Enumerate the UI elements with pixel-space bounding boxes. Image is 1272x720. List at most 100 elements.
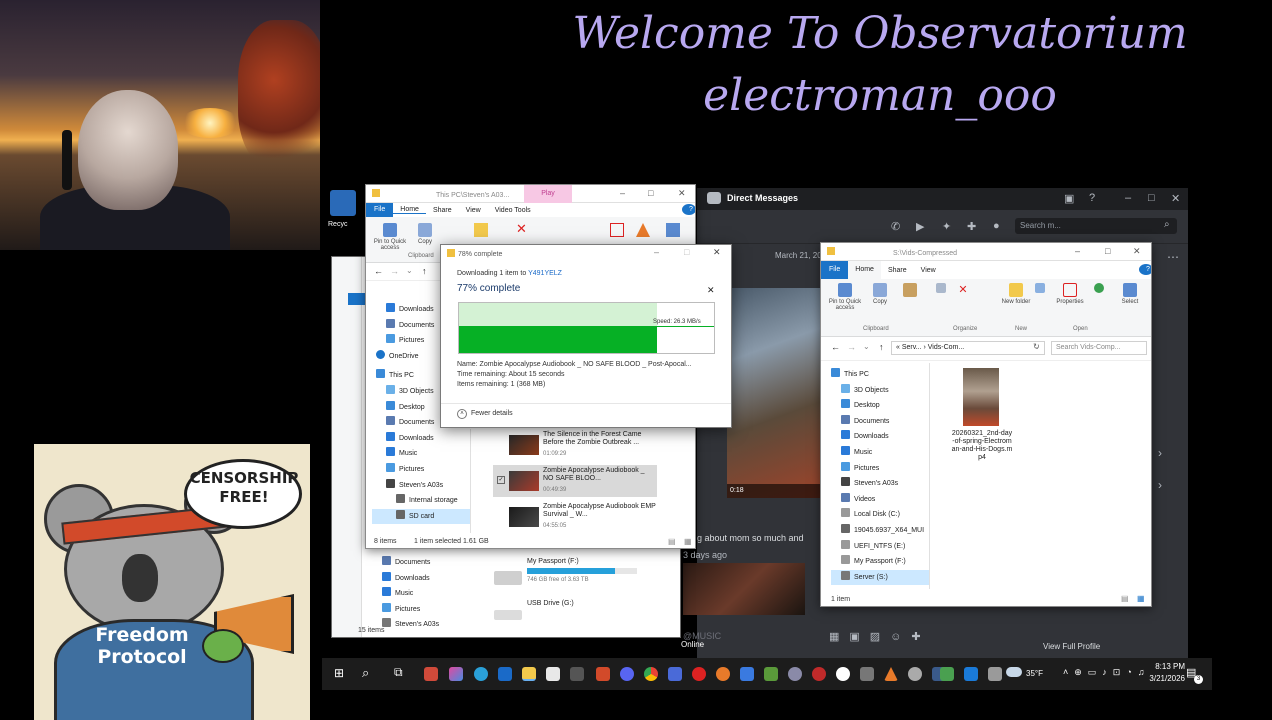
nav-item-sd-card[interactable]: SD card (372, 508, 470, 525)
app-icon-gray-2[interactable] (988, 667, 1002, 681)
weather-temp[interactable]: 35°F (1026, 669, 1043, 678)
large-icons-view-icon[interactable]: ▦ (684, 537, 692, 546)
chevron-down-icon[interactable]: ⌄ (406, 266, 413, 275)
video-attachment[interactable] (727, 288, 827, 498)
nav-item-videos[interactable]: Videos (831, 492, 929, 508)
close-icon[interactable]: ✕ (1133, 246, 1141, 257)
tab-file[interactable]: File (366, 203, 394, 217)
recycle-bin-icon[interactable] (330, 190, 356, 216)
settings-icon[interactable] (908, 667, 922, 681)
maximize-icon[interactable]: □ (1105, 246, 1110, 256)
app-icon-calc[interactable] (546, 667, 560, 681)
opera-icon[interactable] (692, 667, 706, 681)
nav-item-installer[interactable]: 19045.6937_X64_MUI (831, 523, 929, 539)
details-view-icon[interactable]: ▤ (668, 537, 676, 546)
details-view-icon[interactable]: ▤ (1121, 594, 1129, 603)
tab-file[interactable]: File (821, 261, 849, 279)
nav-item-my-passport[interactable]: My Passport (F:) (831, 554, 929, 570)
copy-button[interactable]: Copy (414, 223, 436, 245)
fewer-details-button[interactable]: ˄ Fewer details (457, 409, 513, 419)
nav-item-internal-storage[interactable]: Internal storage (372, 493, 470, 509)
copy-button[interactable]: Copy (869, 283, 891, 305)
search-input[interactable]: Search Vids-Comp... (1051, 341, 1147, 355)
clock-time[interactable]: 8:13 PM (1145, 662, 1185, 671)
file-row[interactable]: Zombie Apocalypse Audiobook EMP Survival… (493, 501, 658, 533)
chevron-down-icon[interactable]: ⌄ (863, 342, 870, 351)
back-nav-item[interactable]: Pictures (382, 602, 439, 618)
back-nav-item[interactable]: Steven's A03s (382, 617, 439, 633)
app-icon-gray[interactable] (860, 667, 874, 681)
move-to-icon[interactable] (474, 223, 488, 237)
file-explorer-icon[interactable] (522, 667, 536, 681)
video-file-thumbnail[interactable] (963, 368, 999, 426)
app-icon-copilot[interactable] (449, 667, 463, 681)
back-icon[interactable]: ← (831, 342, 840, 352)
nav-item-server[interactable]: Server (S:) (831, 569, 929, 586)
cut-icon[interactable] (933, 283, 949, 295)
open-icon[interactable] (1092, 283, 1106, 295)
tab-share[interactable]: Share (426, 207, 459, 214)
app-icon-green-2[interactable] (940, 667, 954, 681)
firefox-icon[interactable] (716, 667, 730, 681)
forward-icon[interactable]: → (390, 266, 399, 276)
composer-icons[interactable]: ▦▣▨☺✚ (829, 630, 931, 643)
view-full-profile-link[interactable]: View Full Profile (1043, 642, 1100, 651)
tab-home[interactable]: Home (848, 261, 881, 279)
app-icon-green[interactable] (764, 667, 778, 681)
clock-date[interactable]: 3/21/2026 (1138, 674, 1185, 683)
nav-item-uefi-ntfs[interactable]: UEFI_NTFS (E:) (831, 539, 929, 555)
tab-view[interactable]: View (459, 207, 488, 214)
nav-item-pictures[interactable]: Pictures (372, 462, 470, 478)
help-icon[interactable]: ? (1139, 264, 1151, 275)
tab-home[interactable]: Home (393, 206, 426, 214)
new-folder-button[interactable]: New folder (1001, 283, 1031, 305)
back-nav-item[interactable]: Music (382, 586, 439, 602)
app-icon-media[interactable] (424, 667, 438, 681)
minimize-icon[interactable]: – (620, 188, 625, 198)
pin-quick-access-button[interactable]: Pin to Quick access (825, 283, 865, 311)
pin-icon[interactable]: ✦ (942, 220, 951, 233)
new-item-icon[interactable] (1033, 283, 1047, 295)
file-row[interactable]: ✓ Zombie Apocalypse Audiobook _ NO SAFE … (493, 465, 657, 497)
app-icon-notes[interactable] (570, 667, 584, 681)
paste-button[interactable] (899, 283, 921, 299)
more-options-icon[interactable]: ⋯ (1167, 250, 1179, 264)
tab-video-tools[interactable]: Video Tools (488, 207, 538, 214)
nav-item-desktop[interactable]: Desktop (831, 398, 929, 414)
checkbox-icon[interactable]: ✓ (497, 476, 505, 484)
address-path[interactable]: « Serv... › Vids-Com... ⌄ (891, 341, 1045, 355)
minimize-icon[interactable]: – (1125, 192, 1131, 204)
forward-icon[interactable]: → (847, 342, 856, 352)
discord-icon[interactable] (620, 667, 634, 681)
discord-search-input[interactable]: Search m... (1015, 218, 1177, 234)
nav-item-stevens-a03s[interactable]: Steven's A03s (831, 476, 929, 492)
nav-item-documents[interactable]: Documents (831, 414, 929, 430)
destination-link[interactable]: Y491YELZ (528, 270, 562, 277)
select-icon[interactable] (666, 223, 680, 237)
app-icon-red[interactable] (596, 667, 610, 681)
file-row[interactable]: The Silence in the Forest Came Before th… (493, 429, 658, 461)
chevron-right-icon[interactable]: › (1158, 478, 1162, 492)
pin-quick-access-button[interactable]: Pin to Quick access (370, 223, 410, 251)
maximize-icon[interactable]: □ (648, 188, 653, 198)
vlc-icon[interactable] (884, 667, 898, 681)
usb-drive-name[interactable]: USB Drive (G:) (527, 600, 574, 607)
delete-icon[interactable]: ✕ (516, 221, 527, 237)
add-friend-icon[interactable]: ✚ (967, 220, 976, 233)
task-view-icon[interactable]: ⧉ (394, 665, 403, 680)
app-icon-blue-2[interactable] (740, 667, 754, 681)
tab-view[interactable]: View (914, 267, 943, 274)
search-icon[interactable]: ⌕ (362, 665, 369, 681)
delete-icon[interactable]: ✕ (955, 283, 971, 296)
cancel-icon[interactable]: ✕ (707, 285, 715, 296)
message-image[interactable] (683, 563, 805, 615)
inbox-icon[interactable]: ▣ (1064, 192, 1074, 205)
app-icon-vivaldi[interactable] (812, 667, 826, 681)
maximize-icon[interactable]: □ (1148, 192, 1155, 204)
nav-item-this-pc[interactable]: This PC (831, 367, 929, 383)
back-nav-item[interactable]: Downloads (382, 571, 439, 587)
tab-share[interactable]: Share (881, 267, 914, 274)
app-icon-blue[interactable] (498, 667, 512, 681)
close-icon[interactable]: ✕ (713, 247, 721, 258)
back-nav-item[interactable]: Documents (382, 555, 439, 571)
